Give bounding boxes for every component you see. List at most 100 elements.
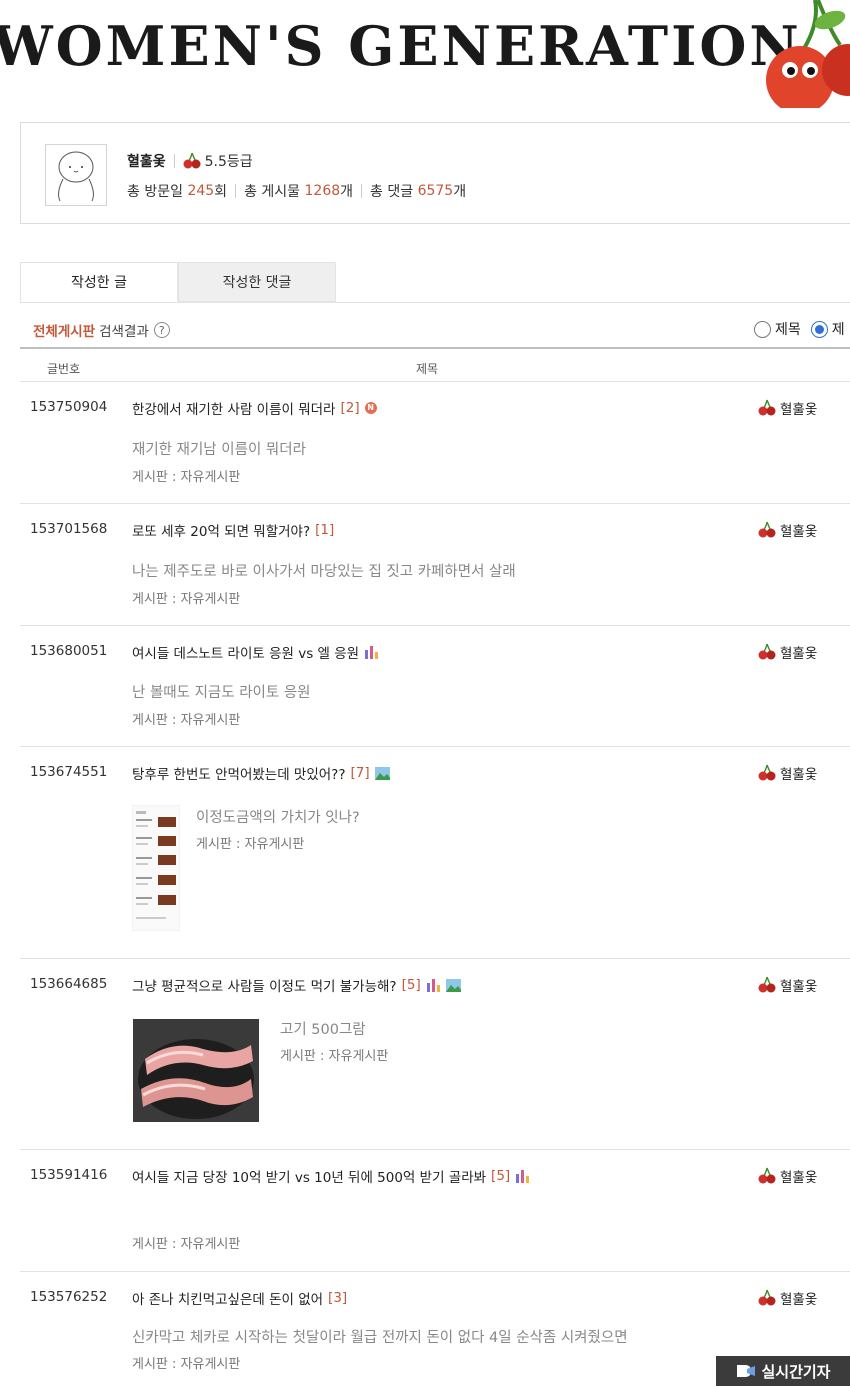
cherry-icon — [758, 976, 776, 993]
watermark: 실시간기자 — [716, 1356, 850, 1386]
visits-unit: 회 — [214, 184, 228, 200]
table-row: 153591416 여시들 지금 당장 10억 받기 vs 10년 뒤에 500… — [20, 1150, 850, 1272]
post-title[interactable]: 로또 세후 20억 되면 뭐할거야? — [132, 520, 310, 540]
search-result-label: 검색결과 — [99, 324, 149, 340]
post-preview[interactable]: 신카막고 체카로 시작하는 첫달이라 월급 전까지 돈이 없다 4일 순삭좀 시… — [132, 1326, 628, 1347]
help-icon[interactable]: ? — [153, 322, 170, 338]
post-board: 게시판 : 자유게시판 — [132, 1237, 241, 1252]
avatar[interactable] — [45, 144, 107, 206]
post-title-link[interactable]: 여시들 지금 당장 10억 받기 vs 10년 뒤에 500억 받기 골라봐 [… — [132, 1166, 530, 1186]
table-row: 153750904 한강에서 재기한 사람 이름이 뭐더라 [2] N 혈훌옻 … — [20, 382, 850, 504]
profile-name-row: 혈훌옻 5.5등급 — [127, 151, 253, 171]
post-preview[interactable]: 난 볼때도 지금도 라이토 응원 — [132, 681, 311, 702]
filter-row: 전체게시판 검색결과 ? — [33, 320, 170, 340]
comment-count[interactable]: [1] — [315, 522, 334, 538]
divider — [235, 184, 237, 198]
posts-label: 총 게시물 — [244, 184, 301, 200]
post-title-link[interactable]: 탕후루 한번도 안먹어봤는데 맛있어?? [7] — [132, 763, 390, 783]
post-board: 게시판 : 자유게시판 — [132, 592, 241, 607]
search-type-radio-group: 제목 제 — [754, 319, 850, 339]
post-author[interactable]: 혈훌옻 — [758, 763, 817, 783]
column-header-title: 제목 — [416, 362, 439, 376]
cherry-icon — [758, 1167, 776, 1184]
watermark-text: 실시간기자 — [761, 1362, 831, 1381]
image-icon — [445, 978, 461, 992]
post-author[interactable]: 혈훌옻 — [758, 1166, 817, 1186]
author-name[interactable]: 혈훌옻 — [780, 398, 817, 418]
cherry-mascot-icon — [766, 0, 850, 108]
post-number: 153701568 — [30, 521, 108, 537]
posts-count: 1268 — [304, 183, 341, 199]
comment-count[interactable]: [7] — [351, 765, 370, 781]
radio-title[interactable] — [754, 320, 771, 338]
avatar-face-icon — [58, 151, 94, 202]
post-title[interactable]: 그냥 평균적으로 사람들 이정도 먹기 불가능해? — [132, 975, 397, 995]
board-filter-link[interactable]: 전체게시판 — [33, 320, 95, 340]
post-title[interactable]: 여시들 데스노트 라이토 응원 vs 엘 응원 — [132, 642, 359, 662]
author-name[interactable]: 혈훌옻 — [780, 1288, 817, 1308]
radio-title-label[interactable]: 제목 — [775, 319, 801, 339]
site-title[interactable]: WOMEN'S GENERATION — [0, 14, 802, 78]
post-author[interactable]: 혈훌옻 — [758, 520, 817, 540]
profile-stats: 총 방문일 245 회 총 게시물 1268 개 총 댓글 6575 개 — [127, 181, 466, 201]
visits-count: 245 — [187, 183, 215, 199]
post-author[interactable]: 혈훌옻 — [758, 975, 817, 995]
radio-second-label[interactable]: 제 — [832, 319, 845, 339]
poll-icon — [365, 645, 379, 659]
comments-count: 6575 — [417, 183, 454, 199]
post-thumbnail-image[interactable] — [132, 805, 180, 931]
comment-count[interactable]: [3] — [328, 1290, 347, 1306]
profile-tabs: 작성한 글 작성한 댓글 — [20, 262, 850, 303]
radio-second[interactable] — [810, 320, 828, 338]
divider — [173, 154, 175, 168]
comment-count[interactable]: [5] — [402, 977, 421, 993]
posts-unit: 개 — [340, 184, 354, 200]
post-title-link[interactable]: 아 존나 치킨먹고싶은데 돈이 없어 [3] — [132, 1288, 347, 1308]
post-title-link[interactable]: 로또 세후 20억 되면 뭐할거야? [1] — [132, 520, 334, 540]
post-title-link[interactable]: 그냥 평균적으로 사람들 이정도 먹기 불가능해? [5] — [132, 975, 461, 995]
profile-grade: 5.5등급 — [204, 154, 253, 170]
post-board: 게시판 : 자유게시판 — [132, 1357, 241, 1372]
new-icon: N — [364, 402, 377, 414]
post-preview[interactable]: 재기한 재기남 이름이 뭐더라 — [132, 438, 306, 459]
post-title[interactable]: 탕후루 한번도 안먹어봤는데 맛있어?? — [132, 763, 346, 783]
table-row: 153674551 탕후루 한번도 안먹어봤는데 맛있어?? [7] 혈훌옻 이… — [20, 747, 850, 959]
profile-card: 혈훌옻 5.5등급 총 방문일 245 회 총 게시물 1268 개 총 댓글 65… — [20, 122, 850, 224]
tab-written-comments[interactable]: 작성한 댓글 — [178, 262, 336, 302]
post-title[interactable]: 아 존나 치킨먹고싶은데 돈이 없어 — [132, 1288, 323, 1308]
post-author[interactable]: 혈훌옻 — [758, 1288, 817, 1308]
post-preview[interactable]: 이정도금액의 가치가 잇나? — [196, 806, 360, 827]
post-preview[interactable]: 나는 제주도로 바로 이사가서 마당있는 집 짓고 카페하면서 살래 — [132, 560, 516, 581]
author-name[interactable]: 혈훌옻 — [780, 520, 817, 540]
table-row: 153664685 그냥 평균적으로 사람들 이정도 먹기 불가능해? [5] … — [20, 959, 850, 1150]
post-number: 153680051 — [30, 643, 108, 659]
cherry-icon — [758, 1289, 776, 1306]
post-title[interactable]: 여시들 지금 당장 10억 받기 vs 10년 뒤에 500억 받기 골라봐 — [132, 1166, 486, 1186]
site-banner[interactable]: WOMEN'S GENERATION — [0, 0, 850, 108]
image-icon — [374, 766, 390, 780]
post-title-link[interactable]: 한강에서 재기한 사람 이름이 뭐더라 [2] N — [132, 398, 377, 418]
table-header: 글번호 제목 — [20, 347, 850, 382]
profile-name[interactable]: 혈훌옻 — [127, 151, 166, 171]
post-board: 게시판 : 자유게시판 — [132, 470, 241, 485]
post-number: 153591416 — [30, 1167, 108, 1183]
post-thumbnail-image[interactable] — [133, 1019, 259, 1122]
post-title-link[interactable]: 여시들 데스노트 라이토 응원 vs 엘 응원 — [132, 642, 379, 662]
author-name[interactable]: 혈훌옻 — [780, 642, 817, 662]
post-author[interactable]: 혈훌옻 — [758, 642, 817, 662]
visits-label: 총 방문일 — [127, 184, 183, 200]
poll-icon — [516, 1169, 530, 1183]
table-row: 153701568 로또 세후 20억 되면 뭐할거야? [1] 혈훌옻 나는 … — [20, 504, 850, 626]
author-name[interactable]: 혈훌옻 — [780, 975, 817, 995]
post-author[interactable]: 혈훌옻 — [758, 398, 817, 418]
post-preview[interactable]: 고기 500그람 — [280, 1018, 366, 1039]
author-name[interactable]: 혈훌옻 — [780, 763, 817, 783]
author-name[interactable]: 혈훌옻 — [780, 1166, 817, 1186]
comments-label: 총 댓글 — [370, 184, 414, 200]
comment-count[interactable]: [5] — [491, 1168, 510, 1184]
tab-written-posts[interactable]: 작성한 글 — [20, 262, 178, 302]
post-number: 153576252 — [30, 1289, 108, 1305]
post-title[interactable]: 한강에서 재기한 사람 이름이 뭐더라 — [132, 398, 335, 418]
post-board: 게시판 : 자유게시판 — [196, 837, 305, 852]
comment-count[interactable]: [2] — [340, 400, 359, 416]
